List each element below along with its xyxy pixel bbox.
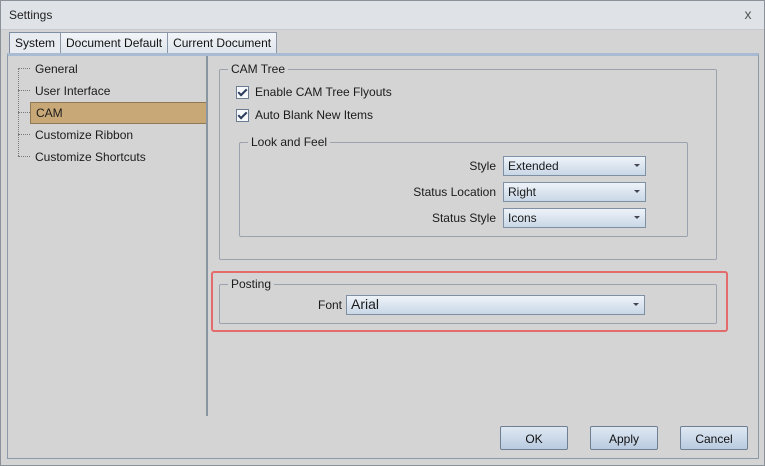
- style-dropdown[interactable]: Extended: [503, 156, 646, 176]
- posting-highlight-frame: [211, 271, 728, 332]
- auto-blank-label: Auto Blank New Items: [255, 108, 374, 122]
- tree-branch: [18, 68, 30, 69]
- tree-item-label: CAM: [30, 102, 208, 124]
- tree-item-customize-ribbon[interactable]: Customize Ribbon: [18, 124, 208, 146]
- tab-current-document[interactable]: Current Document: [167, 32, 278, 53]
- enable-flyouts-row[interactable]: Enable CAM Tree Flyouts: [236, 83, 392, 101]
- tree-item-general[interactable]: General: [18, 58, 208, 80]
- tree-item-label: User Interface: [35, 84, 111, 98]
- status-style-dropdown[interactable]: Icons: [503, 208, 646, 228]
- tab-system[interactable]: System: [9, 32, 62, 54]
- tree-branch: [18, 156, 30, 157]
- close-icon[interactable]: x: [740, 6, 756, 22]
- chevron-down-icon: [634, 164, 640, 167]
- status-style-value: Icons: [508, 211, 537, 225]
- chevron-down-icon: [634, 216, 640, 219]
- tree-item-label: General: [35, 62, 78, 76]
- settings-tree: General User Interface CAM Customize Rib…: [18, 58, 208, 168]
- cam-tree-title: CAM Tree: [228, 62, 289, 76]
- tree-item-label: Customize Shortcuts: [35, 150, 146, 164]
- enable-flyouts-checkbox[interactable]: [236, 85, 249, 99]
- enable-flyouts-label: Enable CAM Tree Flyouts: [255, 85, 392, 99]
- tree-item-user-interface[interactable]: User Interface: [18, 80, 208, 102]
- auto-blank-row[interactable]: Auto Blank New Items: [236, 106, 373, 124]
- status-location-dropdown[interactable]: Right: [503, 182, 646, 202]
- tab-content: General User Interface CAM Customize Rib…: [7, 53, 759, 459]
- look-and-feel-title: Look and Feel: [248, 135, 331, 149]
- tree-item-cam[interactable]: CAM: [18, 102, 208, 124]
- style-value: Extended: [508, 159, 559, 173]
- window-title: Settings: [9, 8, 53, 22]
- apply-button[interactable]: Apply: [590, 426, 658, 450]
- chevron-down-icon: [634, 190, 640, 193]
- auto-blank-checkbox[interactable]: [236, 108, 249, 122]
- title-bar[interactable]: Settings x: [1, 1, 764, 30]
- tree-item-customize-shortcuts[interactable]: Customize Shortcuts: [18, 146, 208, 168]
- look-and-feel-group: Look and Feel Style Extended Status Loca…: [239, 135, 688, 237]
- tab-document-default[interactable]: Document Default: [60, 32, 169, 53]
- tree-branch: [18, 112, 30, 113]
- pane-splitter[interactable]: [206, 56, 208, 416]
- cancel-button[interactable]: Cancel: [680, 426, 748, 450]
- settings-window: Settings x System Document Default Curre…: [0, 0, 765, 466]
- tree-branch: [18, 134, 30, 135]
- status-location-label: Status Location: [413, 185, 496, 199]
- tree-item-label: Customize Ribbon: [35, 128, 134, 142]
- cam-tree-group: CAM Tree Enable CAM Tree Flyouts Auto Bl…: [219, 62, 717, 260]
- ok-button[interactable]: OK: [500, 426, 568, 450]
- tree-branch: [18, 90, 30, 91]
- style-label: Style: [469, 159, 496, 173]
- status-location-value: Right: [508, 185, 537, 199]
- tab-strip: System Document Default Current Document: [9, 32, 278, 54]
- status-style-label: Status Style: [431, 211, 496, 225]
